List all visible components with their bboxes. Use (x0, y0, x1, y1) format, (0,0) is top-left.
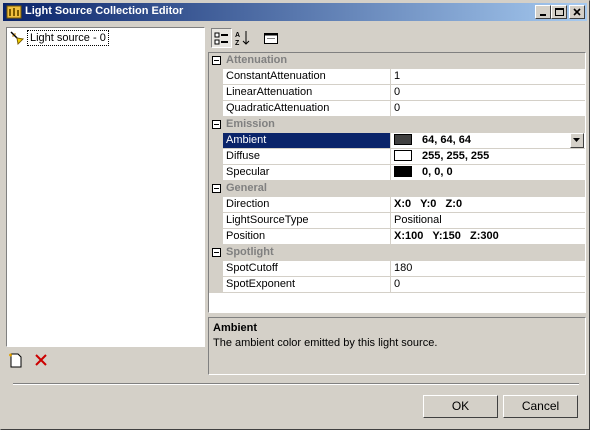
collapse-icon[interactable] (212, 248, 221, 257)
property-name: Direction (226, 198, 270, 210)
dropdown-button[interactable] (570, 133, 584, 148)
light-source-icon (10, 31, 25, 46)
color-swatch (394, 150, 412, 161)
property-name: Specular (226, 166, 270, 178)
ok-button[interactable]: OK (423, 395, 498, 418)
category-label: General (226, 182, 267, 194)
minimize-button[interactable] (535, 5, 551, 19)
color-value: 64, 64, 64 (422, 134, 471, 146)
property-name: SpotCutoff (226, 262, 278, 274)
property-pages-button[interactable] (261, 28, 282, 48)
close-icon (573, 8, 581, 16)
property-row[interactable]: QuadraticAttenuation 0 (209, 101, 585, 117)
list-item-label: Light source - 0 (27, 30, 109, 46)
collapse-icon[interactable] (212, 184, 221, 193)
property-value[interactable]: X:0 Y:0 Z:0 (394, 198, 462, 210)
categorized-icon (214, 32, 228, 45)
alphabetical-icon: A Z (235, 31, 250, 46)
property-name: QuadraticAttenuation (226, 102, 330, 114)
category-general[interactable]: General (209, 181, 585, 197)
property-name: Position (226, 230, 266, 242)
property-name: Diffuse (226, 150, 261, 162)
property-pages-icon (264, 33, 278, 44)
category-label: Spotlight (226, 246, 274, 258)
category-label: Attenuation (226, 54, 288, 66)
property-value[interactable]: 1 (394, 70, 400, 82)
property-name: LinearAttenuation (226, 86, 313, 98)
property-row[interactable]: Specular 0, 0, 0 (209, 165, 585, 181)
close-button[interactable] (569, 5, 585, 19)
delete-x-icon[interactable] (33, 352, 49, 368)
property-grid[interactable]: Attenuation ConstantAttenuation 1 Linear… (208, 52, 586, 313)
property-grid-toolbar: A Z (209, 27, 586, 49)
property-name: ConstantAttenuation (226, 70, 326, 82)
property-value[interactable]: Positional (394, 214, 442, 226)
categorized-button[interactable] (211, 28, 232, 48)
chevron-down-icon (573, 138, 580, 142)
description-text: The ambient color emitted by this light … (213, 337, 438, 349)
property-row[interactable]: LightSourceType Positional (209, 213, 585, 229)
property-row[interactable]: Position X:100 Y:150 Z:300 (209, 229, 585, 245)
property-value[interactable]: 0, 0, 0 (394, 166, 453, 178)
property-value[interactable]: 180 (394, 262, 412, 274)
property-row[interactable]: ConstantAttenuation 1 (209, 69, 585, 85)
property-row-selected[interactable]: Ambient 64, 64, 64 (209, 133, 585, 149)
property-row[interactable]: SpotExponent 0 (209, 277, 585, 293)
property-value[interactable]: 0 (394, 102, 400, 114)
property-value[interactable]: X:100 Y:150 Z:300 (394, 230, 499, 242)
alphabetical-button[interactable]: A Z (233, 28, 254, 48)
svg-text:A: A (235, 32, 240, 39)
collapse-icon[interactable] (212, 56, 221, 65)
collapse-icon[interactable] (212, 120, 221, 129)
property-value[interactable]: 64, 64, 64 (394, 134, 471, 146)
maximize-button[interactable] (551, 5, 567, 19)
description-pane: Ambient The ambient color emitted by thi… (208, 317, 586, 375)
category-label: Emission (226, 118, 275, 130)
property-value[interactable]: 0 (394, 86, 400, 98)
cancel-button[interactable]: Cancel (503, 395, 578, 418)
color-swatch (394, 134, 412, 145)
window-title: Light Source Collection Editor (25, 5, 184, 17)
category-attenuation[interactable]: Attenuation (209, 53, 585, 69)
new-item-icon[interactable] (8, 352, 24, 368)
property-row[interactable]: Direction X:0 Y:0 Z:0 (209, 197, 585, 213)
property-row[interactable]: LinearAttenuation 0 (209, 85, 585, 101)
svg-text:Z: Z (235, 40, 240, 46)
category-emission[interactable]: Emission (209, 117, 585, 133)
property-name: SpotExponent (226, 278, 296, 290)
light-source-list[interactable]: Light source - 0 (6, 27, 205, 347)
title-bar[interactable]: Light Source Collection Editor (3, 3, 587, 21)
category-spotlight[interactable]: Spotlight (209, 245, 585, 261)
minimize-icon (540, 14, 546, 16)
property-name: LightSourceType (226, 214, 309, 226)
maximize-icon (555, 8, 564, 16)
color-swatch (394, 166, 412, 177)
property-value[interactable]: 255, 255, 255 (394, 150, 489, 162)
property-row[interactable]: SpotCutoff 180 (209, 261, 585, 277)
color-value: 0, 0, 0 (422, 166, 453, 178)
divider (13, 383, 579, 385)
editor-window: Light Source Collection Editor Light sou… (0, 0, 590, 430)
description-title: Ambient (213, 322, 257, 334)
property-value[interactable]: 0 (394, 278, 400, 290)
property-row[interactable]: Diffuse 255, 255, 255 (209, 149, 585, 165)
color-value: 255, 255, 255 (422, 150, 490, 162)
property-name: Ambient (223, 133, 390, 148)
app-icon (6, 5, 22, 19)
